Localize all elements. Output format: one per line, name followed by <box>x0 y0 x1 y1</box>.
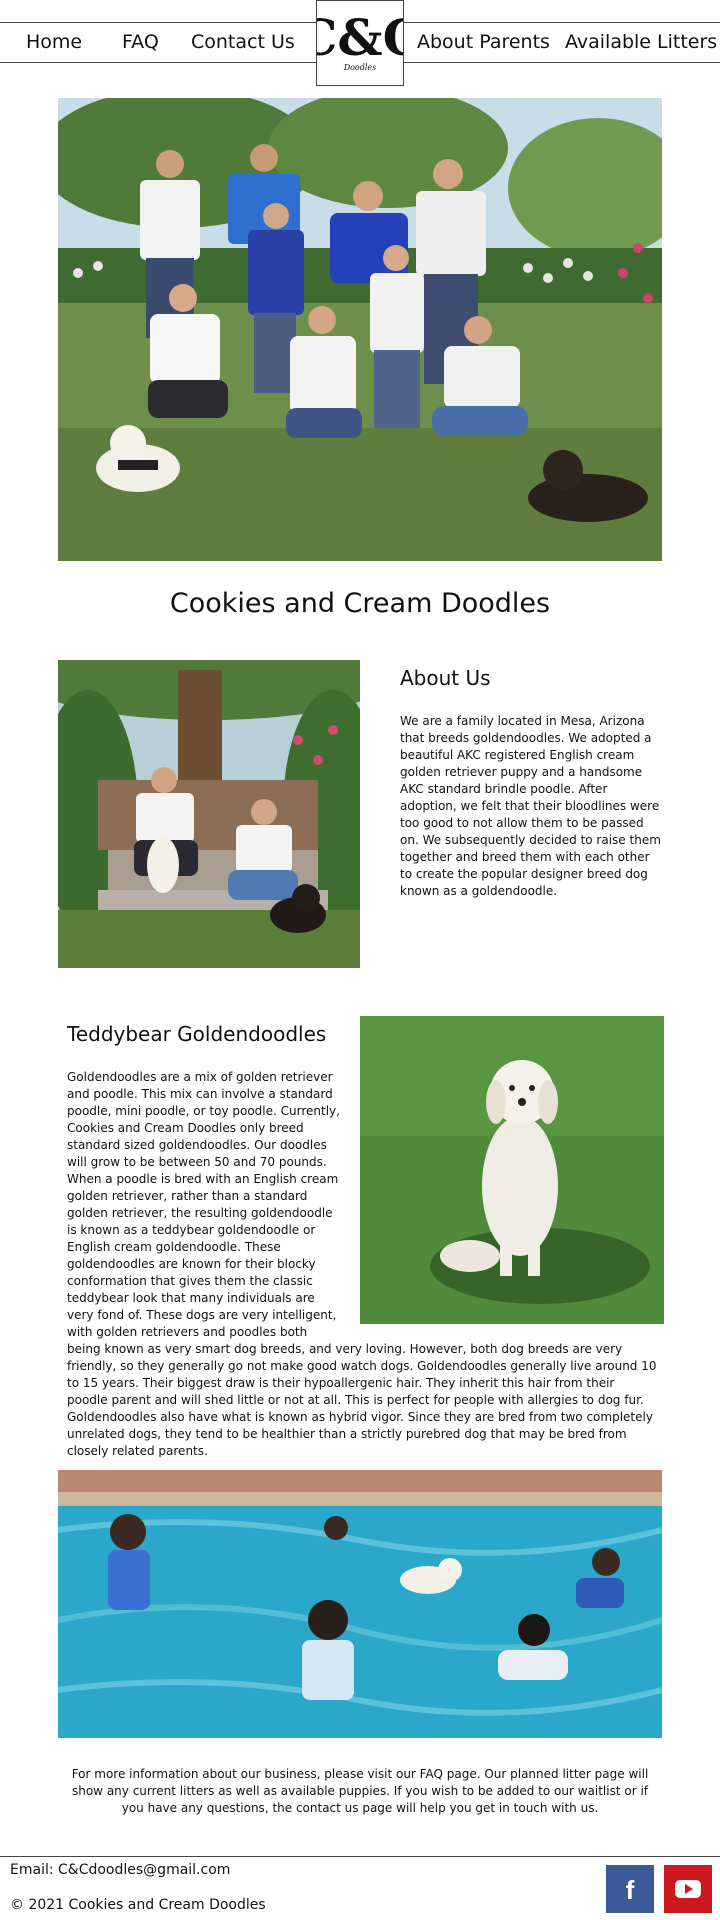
pool-photo <box>58 1470 662 1738</box>
site-title: Cookies and Cream Doodles <box>169 588 551 619</box>
svg-text:C&C: C&C <box>317 8 403 65</box>
footer-email[interactable]: Email: C&Cdoodles@gmail.com <box>10 1862 230 1878</box>
nav-link-home[interactable]: Home <box>26 29 82 55</box>
facebook-icon: f <box>626 1875 635 1905</box>
closing-text: For more information about our business,… <box>71 1767 649 1815</box>
teddybear-heading: Teddybear Goldendoodles <box>67 1022 327 1046</box>
youtube-icon <box>675 1880 701 1898</box>
logo-mark: C&C <box>317 8 403 65</box>
about-photo <box>58 660 360 968</box>
nav-link-about-parents[interactable]: About Parents <box>417 29 550 55</box>
site-logo[interactable]: C&C Doodles <box>316 0 404 86</box>
facebook-button[interactable]: f <box>606 1865 654 1913</box>
footer-copyright: © 2021 Cookies and Cream Doodles <box>10 1897 266 1913</box>
puppy-photo <box>360 1016 664 1324</box>
footer-divider <box>0 1856 720 1857</box>
nav-link-available-litters[interactable]: Available Litters <box>565 29 717 55</box>
nav-link-contact-us[interactable]: Contact Us <box>191 29 295 55</box>
logo-subtitle: Doodles <box>343 63 377 72</box>
top-navigation: Home FAQ Contact Us C&C Doodles About Pa… <box>0 0 720 86</box>
nav-link-faq[interactable]: FAQ <box>122 29 159 55</box>
about-text: We are a family located in Mesa, Arizona… <box>400 714 661 898</box>
hero-family-photo <box>58 98 662 561</box>
svg-text:f: f <box>626 1875 635 1905</box>
about-heading: About Us <box>400 666 491 690</box>
youtube-button[interactable] <box>664 1865 712 1913</box>
